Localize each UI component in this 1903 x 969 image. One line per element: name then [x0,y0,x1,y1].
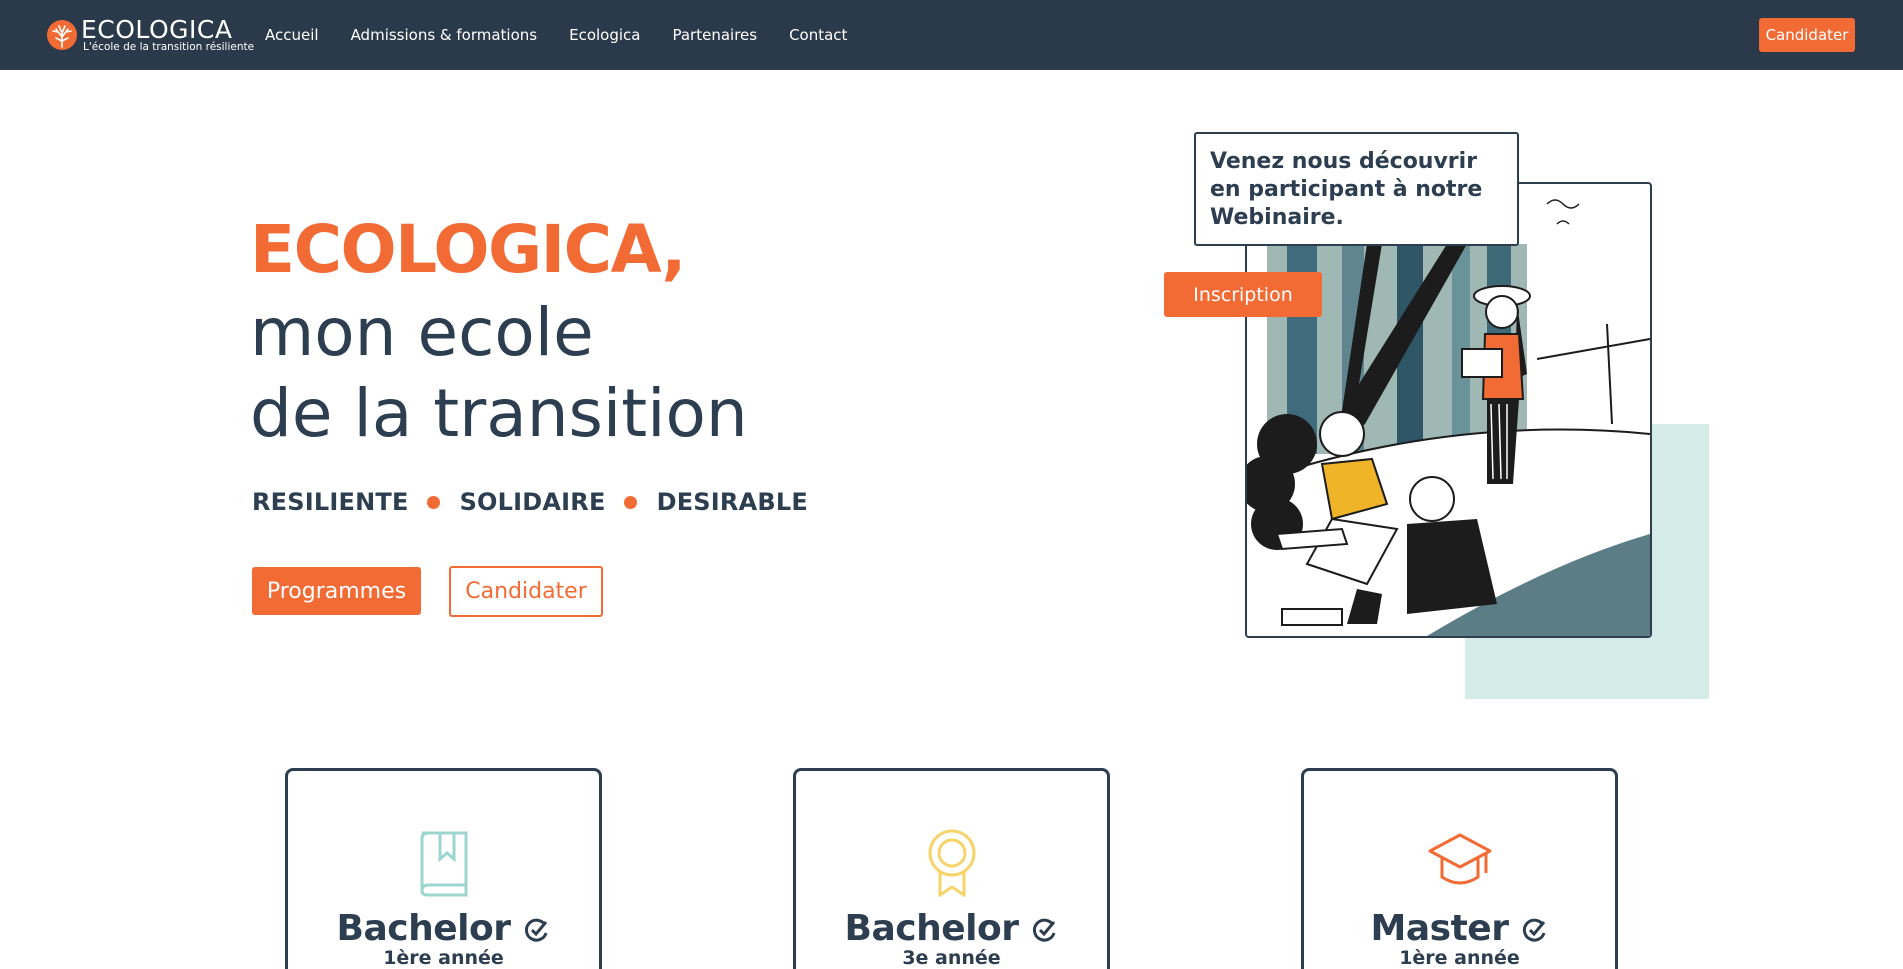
program-title-row: Bachelor [288,905,599,951]
separator-dot [623,495,637,509]
verified-badge-icon [1033,918,1056,942]
value-solidaire: SOLIDAIRE [459,488,606,516]
hero-subtitle-line-1: mon ecole [250,294,594,371]
top-navbar: ECOLOGICA L'école de la transition résil… [0,0,1903,70]
program-title: Bachelor [844,907,1019,949]
verified-badge-icon [525,918,548,942]
program-card-bachelor-1[interactable]: Bachelor 1ère année [285,768,602,969]
nav-item-admissions[interactable]: Admissions & formations [351,26,538,44]
apply-button[interactable]: Candidater [449,566,603,617]
book-icon [420,831,467,897]
logo-tagline: L'école de la transition résiliente [83,41,255,53]
programs-button[interactable]: Programmes [252,567,421,615]
separator-dot [426,495,440,509]
value-resiliente: RESILIENTE [252,488,409,516]
webinar-text: Venez nous découvrir en participant à no… [1210,149,1483,230]
hero-subtitle-line-2: de la transition [250,375,748,452]
logo-wordmark: ECOLOGICA [81,15,233,44]
webinar-callout: Venez nous découvrir en participant à no… [1194,132,1519,246]
hero-title: ECOLOGICA, [250,211,686,288]
graduation-cap-icon [1428,833,1491,885]
nav-item-partenaires[interactable]: Partenaires [672,26,757,44]
program-title: Bachelor [336,907,511,949]
webinar-register-button[interactable]: Inscription [1164,272,1322,317]
nav-item-accueil[interactable]: Accueil [265,26,319,44]
nav-item-contact[interactable]: Contact [789,26,847,44]
site-logo[interactable]: ECOLOGICA L'école de la transition résil… [46,15,254,56]
students-illustration [1245,182,1652,638]
program-card-master-1[interactable]: Master 1ère année [1301,768,1618,969]
program-title-row: Master [1304,905,1615,951]
tree-logo-icon [47,20,77,50]
program-card-bachelor-3[interactable]: Bachelor 3e année [793,768,1110,969]
program-title-row: Bachelor [796,905,1107,951]
value-desirable: DESIRABLE [656,488,808,516]
hero-values: RESILIENTE SOLIDAIRE DESIRABLE [252,484,808,520]
nav-apply-button[interactable]: Candidater [1759,18,1855,52]
medal-icon [928,829,975,897]
program-title: Master [1370,907,1509,949]
program-subtitle: 3e année [902,947,1001,969]
program-subtitle: 1ère année [383,947,504,969]
main-menu: Accueil Admissions & formations Ecologic… [265,0,879,70]
illustration-drawing [1247,199,1650,636]
verified-badge-icon [1523,918,1546,942]
nav-item-ecologica[interactable]: Ecologica [569,26,640,44]
program-subtitle: 1ère année [1399,947,1520,969]
